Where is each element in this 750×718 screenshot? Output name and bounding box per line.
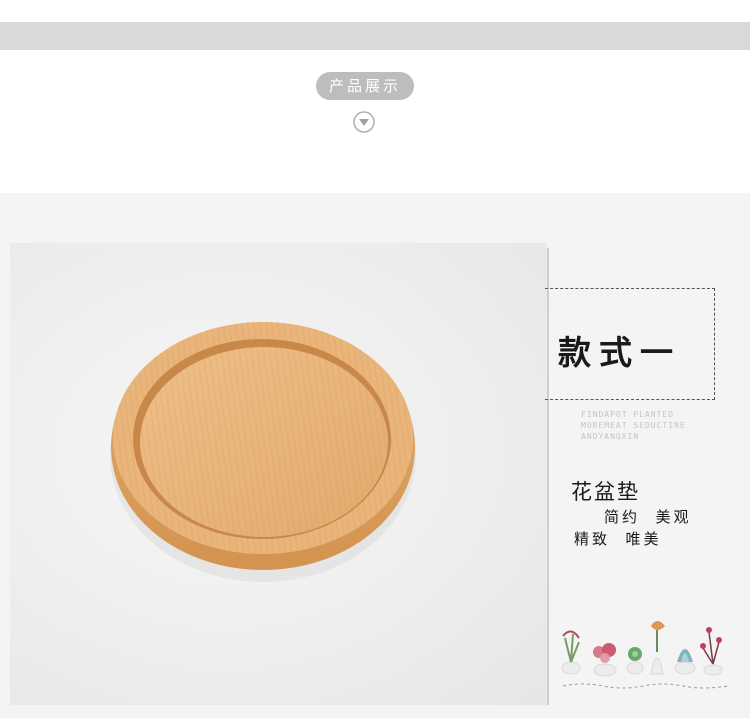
bamboo-saucer-image	[110, 322, 416, 582]
product-photo	[10, 243, 547, 705]
product-description-line-1: 简约 美观	[604, 508, 692, 526]
product-name: 花盆垫	[571, 480, 640, 504]
style-title: 款式一	[558, 333, 681, 372]
section-title-pill: 产品展示	[316, 72, 414, 100]
english-caption-line-1: FINDAPOT PLANTED	[581, 410, 675, 419]
english-caption-line-3: ANDYANQXIN	[581, 432, 640, 441]
chevron-down-circle-icon	[353, 111, 375, 133]
succulents-illustration	[561, 621, 729, 689]
english-caption-line-2: MOREMEAT SEDUCTINE	[581, 421, 686, 430]
top-divider-bar	[0, 22, 750, 50]
product-description-line-2: 精致 唯美	[574, 530, 662, 548]
